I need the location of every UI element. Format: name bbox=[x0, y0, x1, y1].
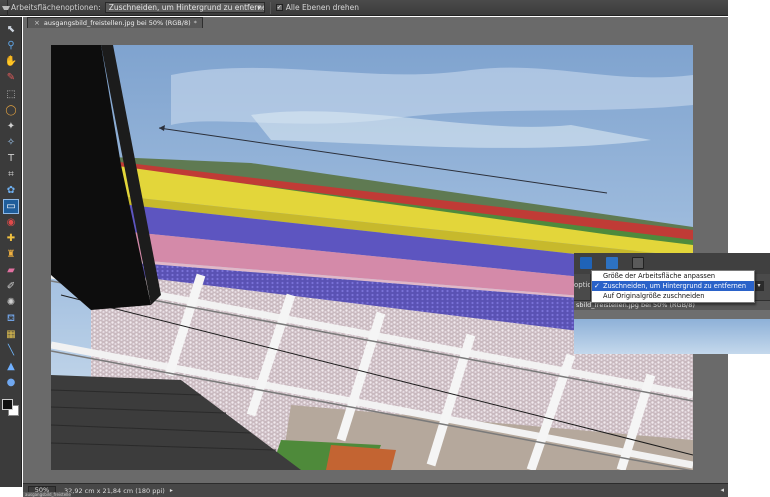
marquee-tool-icon[interactable]: ⬚ bbox=[4, 88, 18, 101]
magic-wand-tool-icon[interactable]: ✦ bbox=[4, 120, 18, 133]
help-icon[interactable] bbox=[606, 257, 618, 269]
gradient-tool-icon[interactable]: ▦ bbox=[4, 328, 18, 341]
cookie-cutter-tool-icon[interactable]: ✿ bbox=[4, 184, 18, 197]
zoomed-inset-panel: optio ▾ sbild_freistellen.jpg bei 50% (R… bbox=[574, 253, 770, 354]
crop-tool-icon[interactable]: ⌗ bbox=[4, 168, 18, 181]
dropdown-option[interactable]: Größe der Arbeitsfläche anpassen bbox=[592, 271, 754, 281]
canvas-options-select-value: Zuschneiden, um Hintergrund zu entfernen bbox=[108, 3, 265, 12]
eraser-tool-icon[interactable]: ▰ bbox=[4, 264, 18, 277]
blur-tool-icon[interactable]: ▲ bbox=[4, 360, 18, 373]
inset-sky-preview bbox=[574, 319, 770, 354]
document-window: × ausgangsbild_freistellen.jpg bei 50% (… bbox=[23, 17, 728, 483]
brush-tool-icon[interactable]: ✐ bbox=[4, 280, 18, 293]
chevron-down-icon: ▾ bbox=[257, 4, 261, 12]
healing-brush-tool-icon[interactable]: ✚ bbox=[4, 232, 18, 245]
canvas-options-label: Arbeitsflächenoptionen: bbox=[11, 3, 101, 12]
options-bar-grip-icon[interactable] bbox=[0, 0, 10, 16]
hand-tool-icon[interactable]: ✋ bbox=[4, 55, 18, 68]
checkmark-icon: ✓ bbox=[594, 282, 600, 290]
zoom-tool-icon[interactable]: ⚲ bbox=[4, 39, 18, 52]
dropdown-option-label: Größe der Arbeitsfläche anpassen bbox=[603, 272, 716, 280]
rotate-all-layers-checkbox[interactable]: ✓ Alle Ebenen drehen bbox=[275, 3, 360, 12]
sponge-tool-icon[interactable]: ● bbox=[4, 376, 18, 389]
save-icon[interactable] bbox=[580, 257, 592, 269]
checkbox-check-icon[interactable]: ✓ bbox=[275, 4, 283, 11]
chevron-down-icon[interactable]: ▾ bbox=[754, 281, 764, 291]
dropdown-option[interactable]: Auf Originalgröße zuschneiden bbox=[592, 291, 754, 301]
minimized-document-tab[interactable]: ausgangsbild_freistellen bbox=[23, 492, 71, 497]
eyedropper-tool-icon[interactable]: ✎ bbox=[4, 71, 18, 84]
canvas-options-select[interactable]: Zuschneiden, um Hintergrund zu entfernen… bbox=[104, 2, 265, 13]
straighten-tool-icon[interactable]: ▭ bbox=[3, 199, 19, 214]
paint-bucket-tool-icon[interactable]: ⛾ bbox=[4, 312, 18, 325]
red-eye-tool-icon[interactable]: ◉ bbox=[4, 216, 18, 229]
modified-marker: * bbox=[193, 19, 197, 27]
status-bar: 50% 32,92 cm x 21,84 cm (180 ppi) ▸ ◂ bbox=[23, 483, 728, 497]
divider bbox=[269, 1, 271, 14]
options-bar: Arbeitsflächenoptionen: Zuschneiden, um … bbox=[0, 0, 728, 16]
dropdown-option-label: Zuschneiden, um Hintergrund zu entfernen bbox=[603, 282, 747, 290]
tools-panel: ⬉ ⚲ ✋ ✎ ⬚ ◯ ✦ ✧ T ⌗ ✿ ▭ ◉ ✚ ♜ ▰ ✐ ✺ ⛾ ▦ ╲ ▲ ● bbox=[0, 17, 22, 487]
line-tool-icon[interactable]: ╲ bbox=[4, 344, 18, 357]
scroll-left-arrow-icon[interactable]: ◂ bbox=[720, 486, 724, 494]
canvas-options-dropdown-menu: Größe der Arbeitsfläche anpassen ✓ Zuschne… bbox=[591, 270, 755, 303]
rotate-all-layers-label: Alle Ebenen drehen bbox=[285, 3, 360, 12]
document-size-info: 32,92 cm x 21,84 cm (180 ppi) bbox=[64, 486, 165, 495]
quick-selection-tool-icon[interactable]: ✧ bbox=[4, 136, 18, 149]
inset-gray-bar bbox=[574, 310, 770, 319]
clone-stamp-tool-icon[interactable]: ♜ bbox=[4, 248, 18, 261]
workspace-icon[interactable] bbox=[632, 257, 644, 269]
dropdown-option[interactable]: ✓ Zuschneiden, um Hintergrund zu entferne… bbox=[592, 281, 754, 291]
document-tab-title: ausgangsbild_freistellen.jpg bei 50% (RG… bbox=[43, 19, 191, 27]
close-icon[interactable]: × bbox=[34, 18, 40, 28]
type-tool-icon[interactable]: T bbox=[4, 152, 18, 165]
document-tab[interactable]: × ausgangsbild_freistellen.jpg bei 50% (… bbox=[27, 17, 203, 28]
smart-brush-tool-icon[interactable]: ✺ bbox=[4, 296, 18, 309]
status-menu-arrow-icon[interactable]: ▸ bbox=[170, 487, 173, 494]
move-tool-icon[interactable]: ⬉ bbox=[4, 23, 18, 36]
lasso-tool-icon[interactable]: ◯ bbox=[4, 104, 18, 117]
dropdown-option-label: Auf Originalgröße zuschneiden bbox=[603, 292, 705, 300]
foreground-color-swatch[interactable] bbox=[2, 399, 13, 410]
